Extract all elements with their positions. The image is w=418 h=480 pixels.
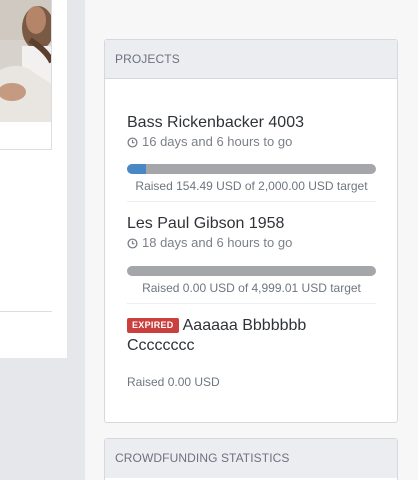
project-item[interactable]: EXPIRED Aaaaaa Bbbbbbb Cccccccc [127,316,375,356]
projects-panel: PROJECTS Bass Rickenbacker 4003 16 days … [104,39,398,423]
project-time-left: 18 days and 6 hours to go [127,235,375,251]
raised-amount: Raised 0.00 USD of 4,999.01 USD target [142,281,361,295]
page: PROJECTS Bass Rickenbacker 4003 16 days … [0,0,418,480]
project-progress-block: Raised 154.49 USD of 2,000.00 USD target [127,164,376,193]
photo-card-border [0,0,52,150]
project-item[interactable]: Les Paul Gibson 1958 18 days and 6 hours… [127,214,375,251]
main-content-panel [0,0,67,358]
expired-badge: EXPIRED [127,318,179,333]
statistics-panel-heading: CROWDFUNDING STATISTICS [105,439,397,478]
project-separator [127,303,376,304]
project-raised-block: Raised 0.00 USD [127,375,375,389]
funding-progress-fill [127,164,147,174]
funding-progress-bar [127,164,376,174]
project-title[interactable]: Les Paul Gibson 1958 [127,214,375,234]
time-left-text: 18 days and 6 hours to go [142,235,293,250]
project-item[interactable]: Bass Rickenbacker 4003 16 days and 6 hou… [127,113,375,150]
funding-progress-bar [127,266,376,276]
clock-icon [127,136,138,148]
project-title-line1: Aaaaaa Bbbbbbb [182,317,307,334]
crowdfunding-statistics-panel: CROWDFUNDING STATISTICS [104,438,398,480]
raised-amount: Raised 154.49 USD of 2,000.00 USD target [135,179,368,193]
projects-panel-heading: PROJECTS [105,40,397,79]
project-time-left: 16 days and 6 hours to go [127,134,375,150]
project-progress-block: Raised 0.00 USD of 4,999.01 USD target [127,266,376,295]
project-title-line2: Cccccccc [127,337,195,354]
raised-amount: Raised 0.00 USD [127,375,220,389]
content-divider [0,311,52,312]
time-left-text: 16 days and 6 hours to go [142,134,293,149]
project-separator [127,201,376,202]
clock-icon [127,237,138,249]
project-title[interactable]: EXPIRED Aaaaaa Bbbbbbb [127,316,375,336]
project-title[interactable]: Bass Rickenbacker 4003 [127,113,375,133]
